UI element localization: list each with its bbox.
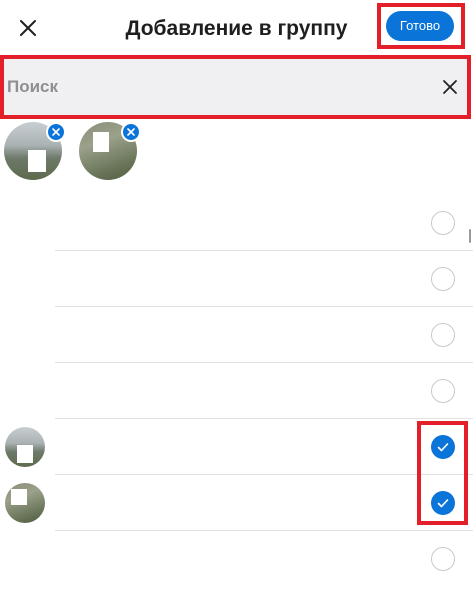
list-item[interactable] [0,531,473,587]
list-item[interactable] [0,363,473,419]
search-input[interactable] [7,64,407,110]
checkbox-highlight [417,421,468,525]
select-radio[interactable] [431,379,455,403]
list-item[interactable] [0,475,473,531]
remove-chip-button[interactable] [121,122,141,142]
select-radio[interactable] [431,267,455,291]
remove-chip-button[interactable] [46,122,66,142]
list-item[interactable] [0,419,473,475]
done-button[interactable]: Готово [386,11,454,41]
select-radio[interactable] [431,547,455,571]
avatar [5,427,45,467]
selected-contact-chip[interactable] [79,122,141,184]
select-radio[interactable] [431,323,455,347]
avatar [5,483,45,523]
list-item[interactable] [0,251,473,307]
remove-icon [127,128,135,136]
remove-icon [52,128,60,136]
selected-contact-chip[interactable] [4,122,66,184]
list-item[interactable] [0,195,473,251]
clear-icon [443,80,457,94]
search-clear-button[interactable] [440,77,460,97]
list-item[interactable] [0,307,473,363]
select-radio[interactable] [431,211,455,235]
scrollbar-thumb[interactable] [469,229,471,243]
